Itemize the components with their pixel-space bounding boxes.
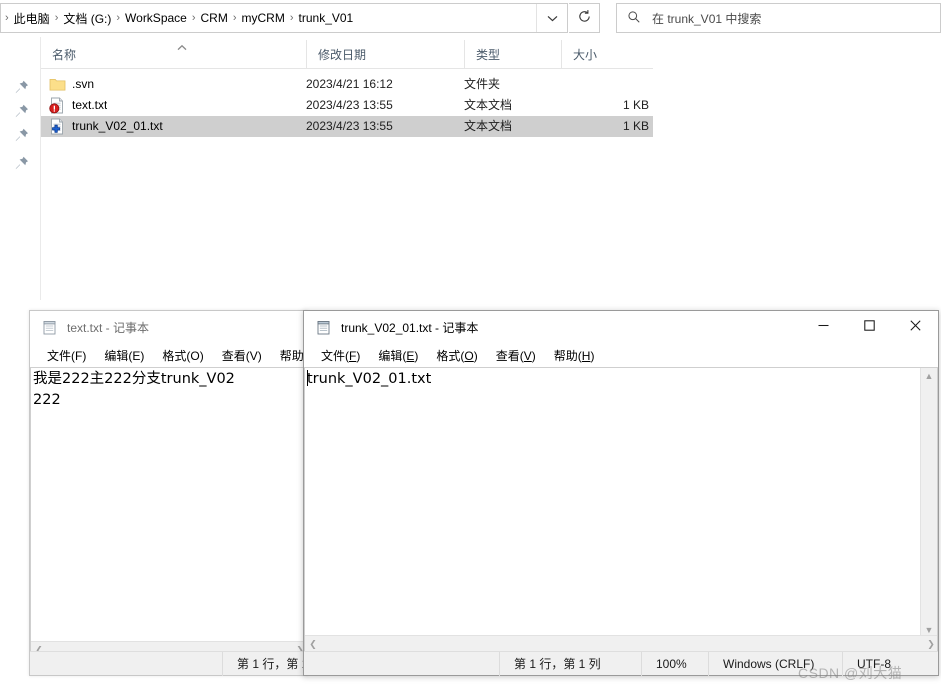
column-header-type[interactable]: 类型 (464, 40, 561, 68)
search-placeholder: 在 trunk_V01 中搜索 (652, 11, 762, 26)
file-list: .svn 2023/4/21 16:12 文件夹 text.txt 2023/4… (41, 74, 653, 137)
menu-item-format[interactable]: 格式(O) (427, 345, 486, 366)
address-bar[interactable]: › 此电脑 › 文档 (G:) › WorkSpace › CRM › myCR… (0, 3, 568, 33)
column-header-date[interactable]: 修改日期 (306, 40, 464, 68)
folder-icon (49, 76, 66, 93)
status-spacer (30, 652, 222, 676)
file-date: 2023/4/23 13:55 (306, 119, 393, 133)
notepad-window-foreground[interactable]: trunk_V02_01.txt - 记事本 文件(F) 编辑(E) 格式(O) (303, 310, 939, 676)
table-row[interactable]: text.txt 2023/4/23 13:55 文本文档 1 KB (41, 95, 653, 116)
menu-item-help[interactable]: 帮助(H) (545, 345, 604, 366)
search-input[interactable]: 在 trunk_V01 中搜索 (616, 3, 941, 33)
file-size (561, 74, 649, 95)
status-zoom[interactable]: 100% (641, 651, 708, 676)
column-header-label: 大小 (573, 47, 598, 62)
breadcrumb-item-2[interactable]: WorkSpace (121, 8, 191, 28)
scroll-up-icon[interactable]: ▲ (921, 368, 937, 384)
status-bar: 第 1 行，第 1 列 (30, 651, 324, 676)
title-bar[interactable]: text.txt - 记事本 (30, 311, 307, 343)
breadcrumb-item-4[interactable]: myCRM (238, 8, 289, 28)
watermark: CSDN @刘大猫 (798, 665, 903, 681)
pin-icon[interactable] (14, 127, 30, 143)
explorer-window: › 此电脑 › 文档 (G:) › WorkSpace › CRM › myCR… (0, 0, 941, 300)
notepad-icon (41, 319, 58, 336)
refresh-icon (577, 9, 592, 27)
horizontal-scrollbar[interactable]: ❮ ❯ (305, 635, 937, 652)
file-date: 2023/4/21 16:12 (306, 77, 393, 91)
menu-item-view[interactable]: 查看(V) (487, 345, 545, 366)
menu-item-edit[interactable]: 编辑(E) (95, 345, 153, 366)
file-size: 1 KB (622, 119, 649, 133)
minimize-button[interactable] (800, 311, 846, 343)
title-bar[interactable]: trunk_V02_01.txt - 记事本 (304, 311, 938, 343)
text-file-conflict-icon (49, 97, 66, 114)
file-name: trunk_V02_01.txt (72, 119, 163, 133)
breadcrumb-item-5[interactable]: trunk_V01 (295, 8, 358, 28)
editor-content: 我是222主222分支trunk_V02 222 (33, 371, 235, 408)
menu-item-file[interactable]: 文件(F) (312, 345, 369, 366)
menu-item-edit[interactable]: 编辑(E) (369, 345, 427, 366)
maximize-button[interactable] (846, 311, 892, 343)
menu-bar[interactable]: 文件(F) 编辑(E) 格式(O) 查看(V) 帮助(H) (30, 343, 320, 367)
column-headers: 名称 修改日期 类型 大小 (41, 40, 653, 69)
chevron-down-icon[interactable] (536, 4, 567, 32)
text-editor-area[interactable]: 我是222主222分支trunk_V02 222 ❮ ❯ (30, 367, 307, 659)
text-editor-area[interactable]: trunk_V02_01.txt ▲ ▼ ❮ ❯ (304, 367, 938, 653)
menu-item-view[interactable]: 查看(V) (213, 345, 271, 366)
explorer-toolbar: › 此电脑 › 文档 (G:) › WorkSpace › CRM › myCR… (0, 0, 941, 37)
scroll-left-icon[interactable]: ❮ (305, 636, 321, 652)
notepad-window-background[interactable]: text.txt - 记事本 文件(F) 编辑(E) 格式(O) 查看(V) 帮… (29, 310, 324, 676)
text-file-added-icon (49, 118, 66, 135)
pin-icon[interactable] (14, 103, 30, 119)
breadcrumb-item-0[interactable]: 此电脑 (10, 7, 54, 30)
file-type: 文本文档 (464, 119, 513, 133)
file-type: 文件夹 (464, 77, 501, 91)
column-header-name[interactable]: 名称 (41, 40, 306, 68)
status-cursor-position: 第 1 行，第 1 列 (499, 651, 641, 676)
notepad-icon (315, 319, 332, 336)
close-icon (909, 319, 922, 335)
table-row[interactable]: trunk_V02_01.txt 2023/4/23 13:55 文本文档 1 … (41, 116, 653, 137)
table-row[interactable]: .svn 2023/4/21 16:12 文件夹 (41, 74, 653, 95)
menu-item-file[interactable]: 文件(F) (38, 345, 95, 366)
search-icon (627, 10, 641, 27)
maximize-icon (863, 319, 876, 335)
file-name: .svn (72, 77, 95, 91)
status-spacer (304, 652, 499, 676)
column-header-label: 修改日期 (318, 47, 367, 62)
status-cursor-position: 第 1 行，第 1 列 (222, 651, 324, 676)
pin-icon[interactable] (14, 155, 30, 171)
refresh-button[interactable] (569, 3, 600, 33)
column-header-label: 类型 (476, 47, 501, 62)
menu-item-format[interactable]: 格式(O) (153, 345, 212, 366)
window-controls (800, 311, 938, 343)
file-name: text.txt (72, 98, 108, 112)
file-type: 文本文档 (464, 98, 513, 112)
breadcrumb[interactable]: › 此电脑 › 文档 (G:) › WorkSpace › CRM › myCR… (1, 7, 536, 30)
column-header-label: 名称 (52, 47, 77, 62)
file-size: 1 KB (622, 98, 649, 112)
pin-icon[interactable] (14, 79, 30, 95)
window-title: trunk_V02_01.txt - 记事本 (341, 320, 479, 335)
minimize-icon (817, 319, 830, 335)
breadcrumb-item-1[interactable]: 文档 (G:) (59, 7, 115, 30)
file-date: 2023/4/23 13:55 (306, 98, 393, 112)
column-header-size[interactable]: 大小 (561, 40, 653, 68)
window-title: text.txt - 记事本 (67, 320, 150, 335)
navigation-pane (0, 37, 41, 300)
scroll-right-icon[interactable]: ❯ (923, 636, 937, 652)
breadcrumb-item-3[interactable]: CRM (197, 8, 232, 28)
vertical-scrollbar[interactable]: ▲ ▼ (920, 368, 937, 638)
close-button[interactable] (892, 311, 938, 343)
menu-bar[interactable]: 文件(F) 编辑(E) 格式(O) 查看(V) 帮助(H) (304, 343, 938, 367)
editor-content: trunk_V02_01.txt (307, 370, 432, 387)
